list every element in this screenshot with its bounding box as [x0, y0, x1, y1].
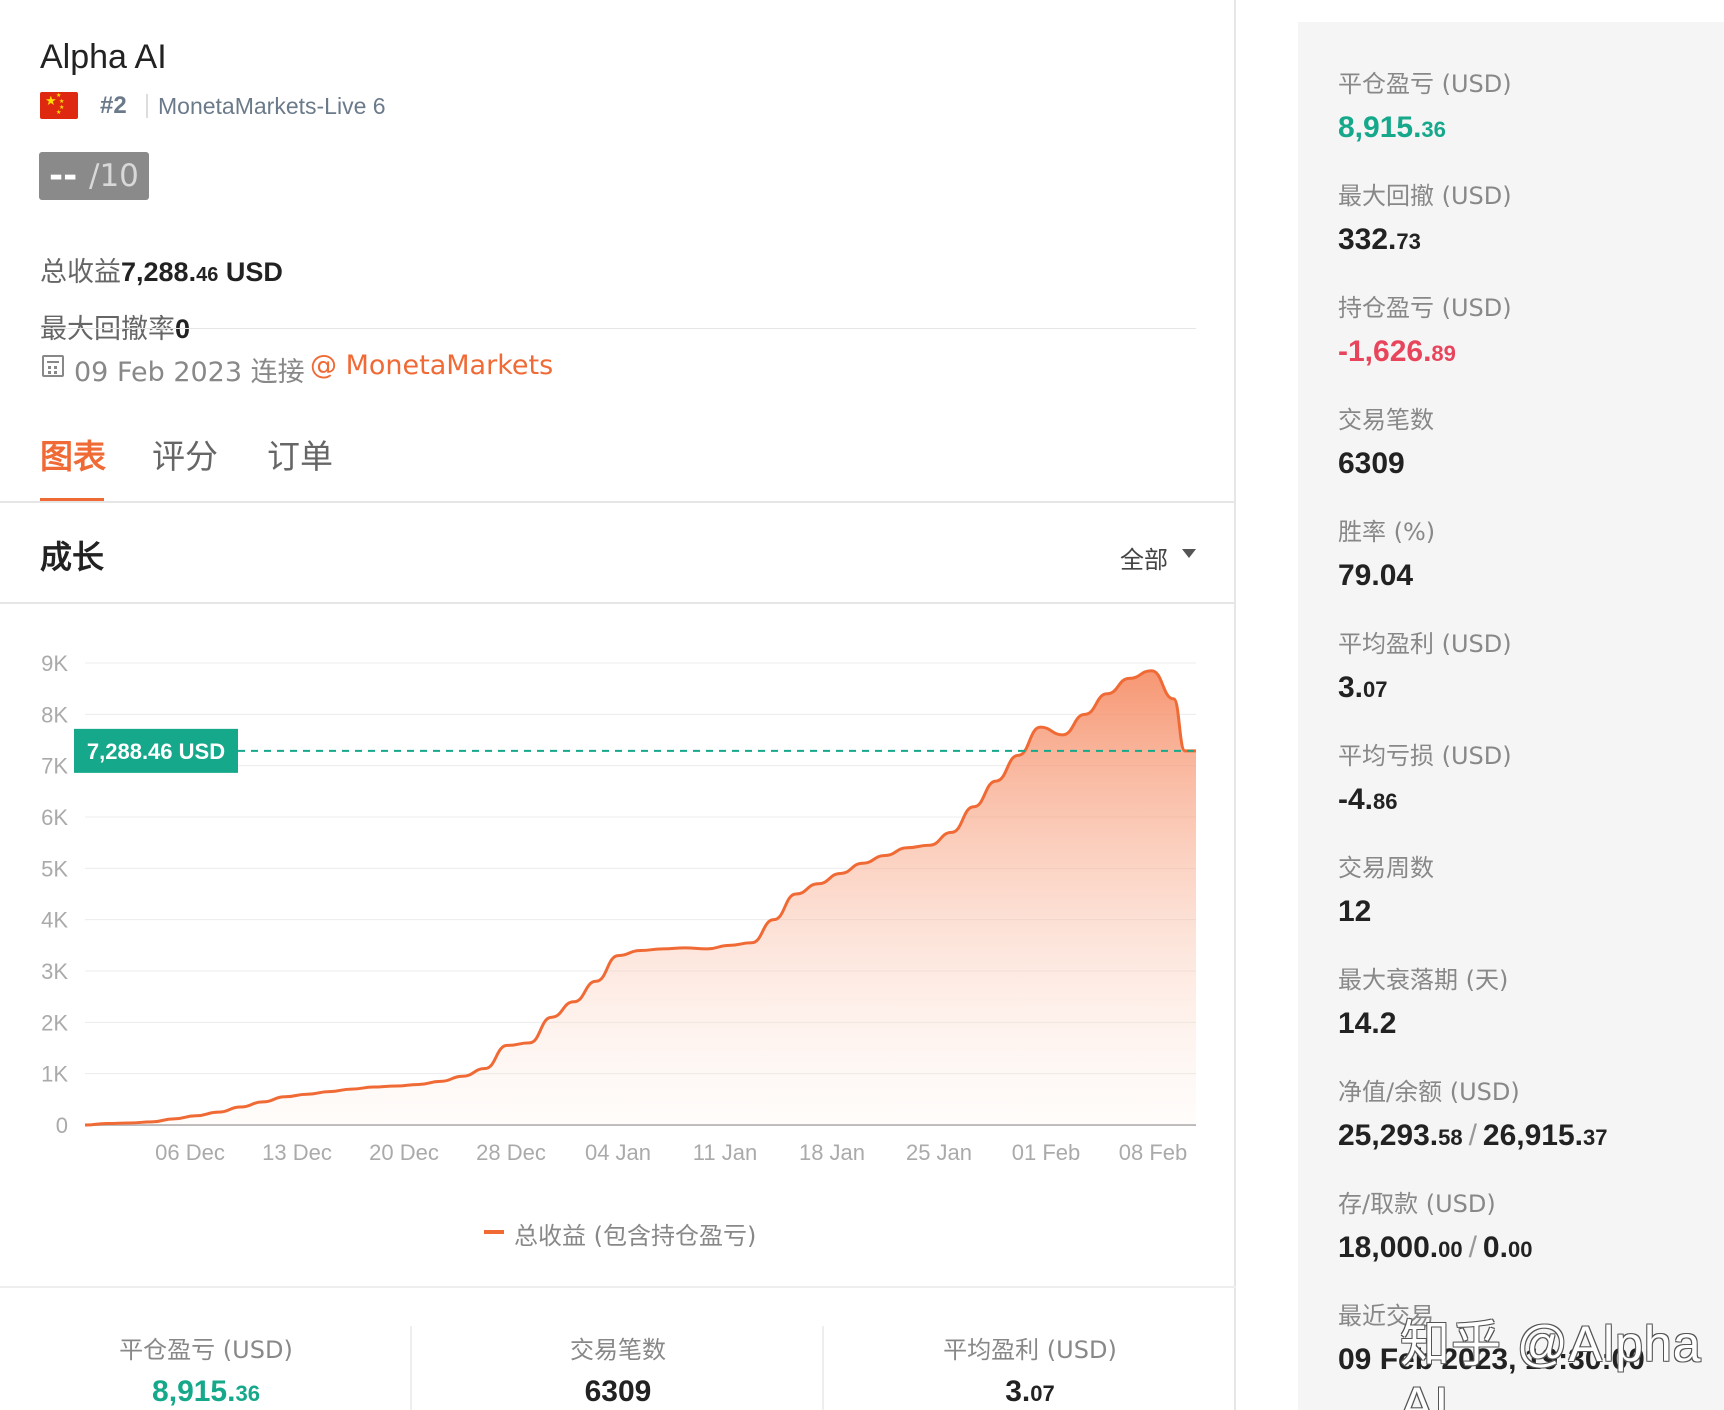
y-tick-label: 3K	[41, 959, 68, 984]
bottom-stat-trades: 交易笔数 6309	[570, 1336, 666, 1408]
x-tick-label: 01 Feb	[1012, 1140, 1081, 1165]
total-profit-row: 总收益7,288.46 USD	[40, 250, 283, 289]
legend-label[interactable]: 总收益 (包含持仓盈亏)	[514, 1216, 756, 1251]
stat-floating-pnl: 持仓盈亏 (USD) -1,626.89	[1338, 294, 1512, 368]
x-tick-label: 28 Dec	[476, 1140, 546, 1165]
stat-trades: 交易笔数 6309	[1338, 406, 1434, 480]
divider	[40, 328, 1196, 329]
x-tick-label: 08 Feb	[1119, 1140, 1188, 1165]
x-tick-label: 18 Jan	[799, 1140, 865, 1165]
max-drawdown-rate-row: 最大回撤率0	[40, 307, 190, 346]
bottom-stat-closed-pnl: 平仓盈亏 (USD) 8,915.36	[119, 1336, 293, 1408]
stats-panel: 平仓盈亏 (USD) 8,915.36 最大回撤 (USD) 332.73 持仓…	[1298, 22, 1724, 1410]
stat-avg-loss: 平均亏损 (USD) -4.86	[1338, 742, 1512, 816]
x-tick-label: 04 Jan	[585, 1140, 651, 1165]
divider	[146, 94, 148, 118]
x-tick-label: 13 Dec	[262, 1140, 332, 1165]
x-tick-label: 20 Dec	[369, 1140, 439, 1165]
stat-max-decline-period: 最大衰落期 (天) 14.2	[1338, 966, 1509, 1040]
watermark: 知乎 @Alpha AI	[1400, 1316, 1702, 1410]
main-panel: Alpha AI ★ ★ ★ ★ ★ #2 MonetaMarkets-Live 6 -…	[0, 0, 1236, 1410]
range-select[interactable]: 全部	[1120, 540, 1168, 575]
current-value-label: 7,288.46 USD	[87, 739, 225, 764]
stat-trading-weeks: 交易周数 12	[1338, 854, 1434, 928]
divider	[0, 602, 1236, 604]
divider	[0, 1286, 1236, 1288]
tab-chart[interactable]: 图表	[40, 430, 106, 478]
broker-link[interactable]: @ MonetaMarkets	[310, 350, 553, 381]
y-tick-label: 8K	[41, 702, 68, 727]
server-name: MonetaMarkets-Live 6	[158, 93, 386, 119]
section-title: 成长	[40, 538, 105, 576]
total-profit-label: 总收益	[40, 257, 121, 288]
tab-rating[interactable]: 评分	[152, 430, 218, 478]
caret-down-icon[interactable]	[1182, 549, 1196, 558]
y-tick-label: 2K	[41, 1010, 68, 1035]
total-profit-value: 7,288.46 USD	[121, 257, 283, 287]
y-tick-label: 0	[56, 1113, 68, 1138]
stat-max-drawdown: 最大回撤 (USD) 332.73	[1338, 182, 1512, 256]
max-drawdown-rate-value: 0	[175, 314, 191, 344]
y-tick-label: 4K	[41, 908, 68, 933]
growth-chart: 9K 8K 7K 6K 5K 4K 3K 2K 1K 0 06 Dec 13 Dec 20 Dec 28 …	[41, 651, 1196, 1165]
rank: #2	[100, 92, 127, 119]
score-value: --	[49, 156, 78, 196]
x-tick-label: 06 Dec	[155, 1140, 225, 1165]
y-tick-label: 1K	[41, 1062, 68, 1087]
connected-date: 09 Feb 2023 连接	[74, 357, 305, 388]
score-max: /10	[89, 158, 139, 194]
stat-win-rate: 胜率 (%) 79.04	[1338, 518, 1436, 592]
stat-closed-pnl: 平仓盈亏 (USD) 8,915.36	[1338, 70, 1512, 144]
calendar-icon	[42, 355, 64, 377]
stat-equity-balance: 净值/余额 (USD) 25,293.58/26,915.37	[1338, 1078, 1608, 1152]
x-tick-label: 25 Jan	[906, 1140, 972, 1165]
china-flag-icon: ★ ★ ★ ★ ★	[40, 92, 78, 119]
divider	[0, 501, 1236, 503]
tab-orders[interactable]: 订单	[267, 430, 333, 478]
y-tick-label: 9K	[41, 651, 68, 676]
strategy-name: Alpha AI	[40, 38, 167, 76]
stat-deposit-withdraw: 存/取款 (USD) 18,000.00/0.00	[1338, 1190, 1533, 1264]
y-tick-label: 5K	[41, 856, 68, 881]
score-badge: -- /10	[39, 152, 149, 200]
stat-avg-profit: 平均盈利 (USD) 3.07	[1338, 630, 1512, 704]
y-tick-label: 6K	[41, 805, 68, 830]
legend-swatch[interactable]	[484, 1230, 504, 1234]
max-drawdown-rate-label: 最大回撤率	[40, 314, 175, 345]
y-tick-label: 7K	[41, 754, 68, 779]
x-tick-label: 11 Jan	[693, 1140, 757, 1165]
bottom-stat-avg-profit: 平均盈利 (USD) 3.07	[943, 1336, 1117, 1408]
